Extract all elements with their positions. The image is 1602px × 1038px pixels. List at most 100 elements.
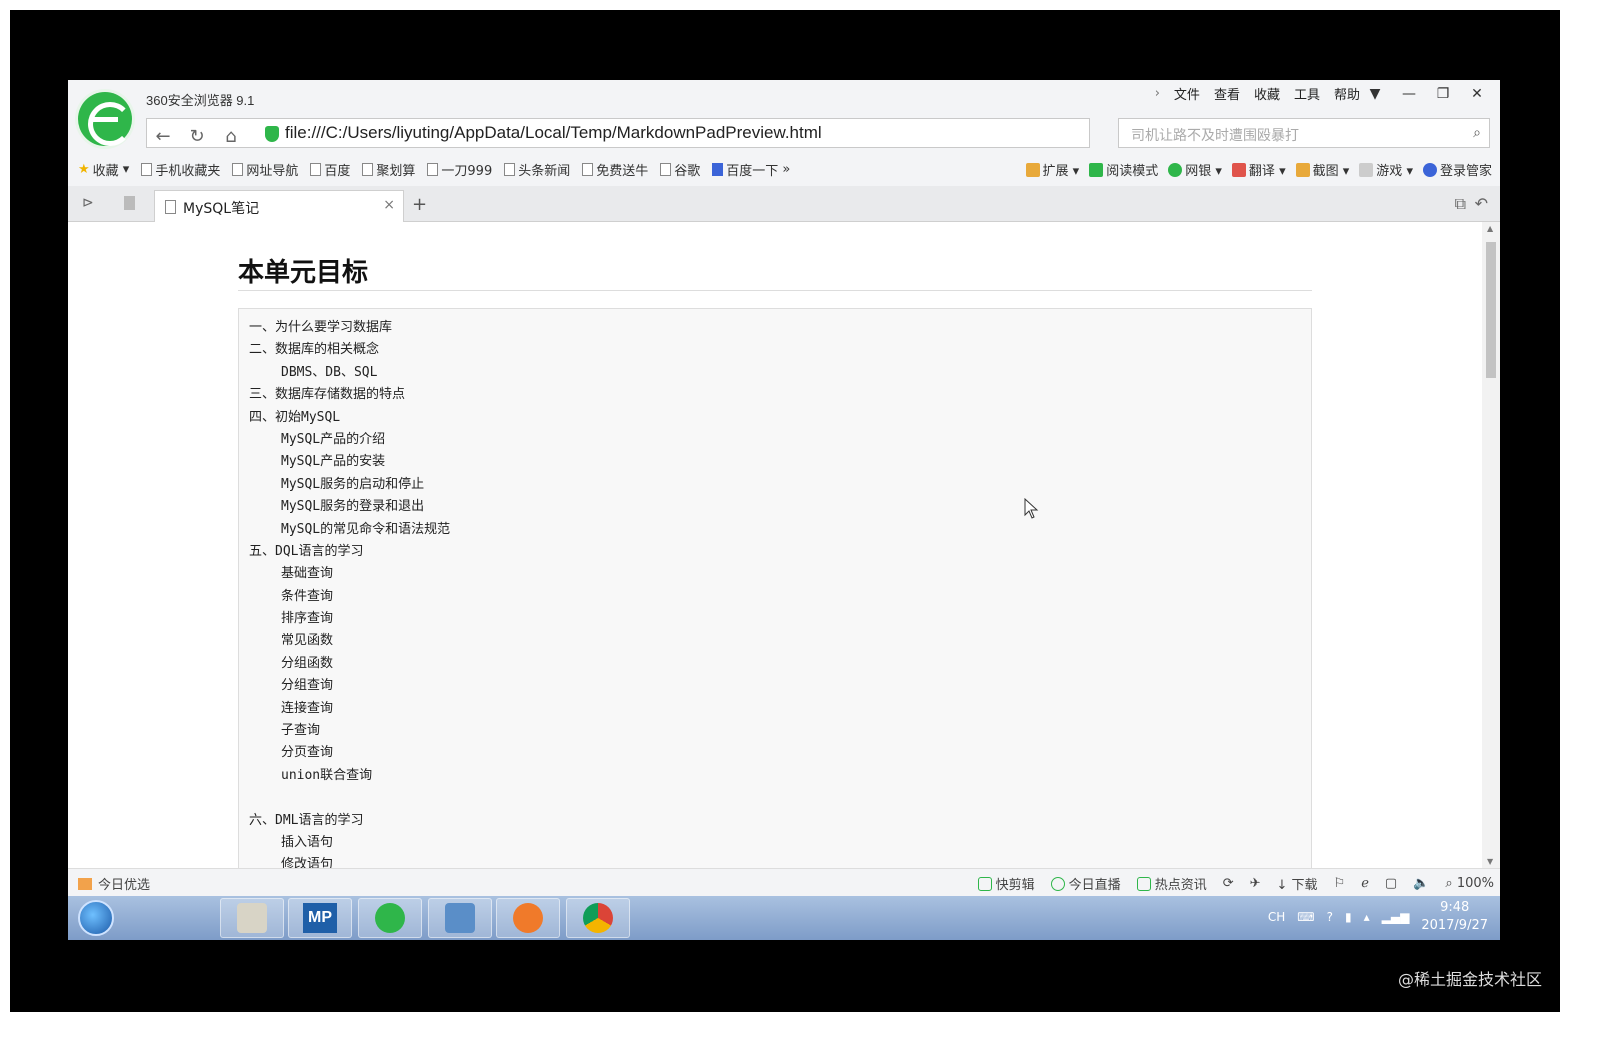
language-indicator[interactable]: CH [1268,910,1285,924]
taskbar-explorer[interactable] [220,898,284,938]
quick-edit-button[interactable]: 快剪辑 [977,874,1035,893]
bookmark-yidao999[interactable]: 一刀999 [427,160,492,179]
download-button[interactable]: ↓ 下载 [1277,874,1318,893]
outline-item: DBMS、DB、SQL [281,364,378,380]
battery-icon[interactable]: ▮ [1345,910,1352,924]
image-icon [445,903,475,933]
outline-item: 常见函数 [281,633,334,649]
banking-button[interactable]: 网银 ▾ [1168,160,1222,179]
maximize-button[interactable]: ❐ [1428,82,1458,106]
bookmark-baidu[interactable]: 百度 [310,160,350,179]
browser-icon [375,903,405,933]
key-icon [1422,162,1437,177]
home-icon[interactable]: ⌂ [217,123,245,149]
taskbar-screenshot[interactable] [428,898,492,938]
outline-item: 条件查询 [281,588,334,604]
outline-item: 分组查询 [281,678,334,694]
window-controls: ▼ — ❐ ✕ [1360,82,1492,106]
undo-close-icon[interactable]: ↶ [1475,194,1488,213]
scissors-icon [1295,162,1310,177]
zoom-level[interactable]: ⌕ 100% [1445,876,1494,891]
tab-close-icon[interactable]: × [383,197,395,213]
toolbar-right: 扩展 ▾ 阅读模式 网银 ▾ 翻译 ▾ 截图 ▾ 游戏 ▾ 登录管家 [1025,152,1492,186]
search-icon[interactable]: ⌕ [1473,125,1481,141]
scroll-down-icon[interactable]: ▼ [1487,857,1493,866]
shield-icon [1168,162,1183,177]
refresh-icon[interactable]: ↻ [183,123,211,149]
hot-news-button[interactable]: 热点资讯 [1136,874,1207,893]
bookmark-juhuasuan[interactable]: 聚划算 [362,160,415,179]
bookmark-nav[interactable]: 网址导航 [232,160,298,179]
help-icon[interactable]: ? [1327,910,1333,924]
keyboard-icon[interactable]: ⌨ [1297,910,1314,924]
vertical-scrollbar[interactable]: ▲ ▼ [1482,222,1500,868]
start-button[interactable] [78,900,114,936]
bookmark-toutiao[interactable]: 头条新闻 [504,160,570,179]
menu-tools[interactable]: 工具 [1294,84,1320,103]
chevron-right-icon[interactable]: › [1155,86,1160,101]
login-manager-button[interactable]: 登录管家 [1422,160,1492,179]
bookmark-baidu-search[interactable]: 百度一下 » [712,160,790,179]
url-input[interactable]: file:///C:/Users/liyuting/AppData/Local/… [285,123,822,143]
search-box[interactable]: 司机让路不及时遭围殴暴打 ⌕ [1118,118,1490,148]
taskbar-markdownpad[interactable]: MP [288,898,352,938]
scroll-up-icon[interactable]: ▲ [1487,224,1493,233]
tab-mysql-notes[interactable]: MySQL笔记 × [154,190,404,222]
menu-file[interactable]: 文件 [1174,84,1200,103]
translate-button[interactable]: 翻译 ▾ [1231,160,1286,179]
page-icon [310,162,322,176]
outline-item: MySQL产品的安装 [281,454,386,470]
tray-expand-icon[interactable]: ▴ [1364,910,1370,924]
outline-item: 连接查询 [281,700,334,716]
taskbar-fire-app[interactable] [496,898,560,938]
tab-list-icon[interactable] [124,196,135,210]
bookmark-free[interactable]: 免费送牛 [582,160,648,179]
back-icon[interactable]: ← [149,123,177,149]
today-picks[interactable]: 今日优选 [78,874,150,893]
clock[interactable]: 9:48 2017/9/27 [1421,899,1488,935]
sidebar-toggle-icon[interactable]: ⊳ [82,195,94,211]
outline-item: 三、数据库存储数据的特点 [249,387,406,403]
scrollbar-thumb[interactable] [1486,242,1496,378]
video-edit-icon [977,877,992,891]
outline-item: 分组函数 [281,655,334,671]
page-icon [660,162,672,176]
taskbar-chrome[interactable] [566,898,630,938]
reading-mode-button[interactable]: 阅读模式 [1089,160,1158,179]
menu-help[interactable]: 帮助 [1334,84,1360,103]
outline-item: union联合查询 [281,767,373,783]
flame-icon [513,903,543,933]
menu-view[interactable]: 查看 [1214,84,1240,103]
new-tab-button[interactable]: + [412,194,427,215]
accelerate-icon[interactable]: ⟳ [1223,876,1234,891]
network-icon[interactable]: ▂▄▆ [1382,910,1410,924]
ie-mode-icon[interactable]: ℯ [1361,876,1369,891]
menu-favorites[interactable]: 收藏 [1254,84,1280,103]
window-icon[interactable]: ▢ [1385,876,1397,891]
minimize-button[interactable]: — [1394,82,1424,106]
games-button[interactable]: 游戏 ▾ [1359,160,1413,179]
status-right: 快剪辑 今日直播 热点资讯 ⟳ ✈ ↓ 下载 ⚐ ℯ ▢ 🔈 ⌕ 100% [977,874,1494,893]
bookmark-favorites[interactable]: ★ 收藏 ▾ [78,160,129,179]
bookmark-mobile[interactable]: 手机收藏夹 [141,160,220,179]
close-button[interactable]: ✕ [1462,82,1492,106]
screenshot-button[interactable]: 截图 ▾ [1295,160,1349,179]
outline-item: 五、DQL语言的学习 [249,543,364,559]
extensions-icon [1025,162,1040,177]
star-icon: ★ [78,161,90,177]
page-icon [362,162,374,176]
restore-tabs-icon[interactable]: ⧉ [1455,194,1466,214]
live-button[interactable]: 今日直播 [1050,874,1121,893]
mouse-cursor-icon [1024,498,1039,519]
outline-block: 一、为什么要学习数据库 二、数据库的相关概念 DBMS、DB、SQL 三、数据库存储数… [238,308,1312,868]
search-input[interactable]: 司机让路不及时遭围殴暴打 [1131,125,1299,145]
taskbar-360-browser[interactable] [358,898,422,938]
skin-icon[interactable]: ▼ [1360,82,1390,106]
flag-icon[interactable]: ⚐ [1334,876,1346,891]
sound-icon[interactable]: 🔈 [1413,876,1429,891]
chrome-icon [583,903,613,933]
menu-bar: › 文件 查看 收藏 工具 帮助 [1155,84,1360,103]
pin-icon[interactable]: ✈ [1250,876,1261,891]
extensions-button[interactable]: 扩展 ▾ [1025,160,1079,179]
bookmark-google[interactable]: 谷歌 [660,160,700,179]
